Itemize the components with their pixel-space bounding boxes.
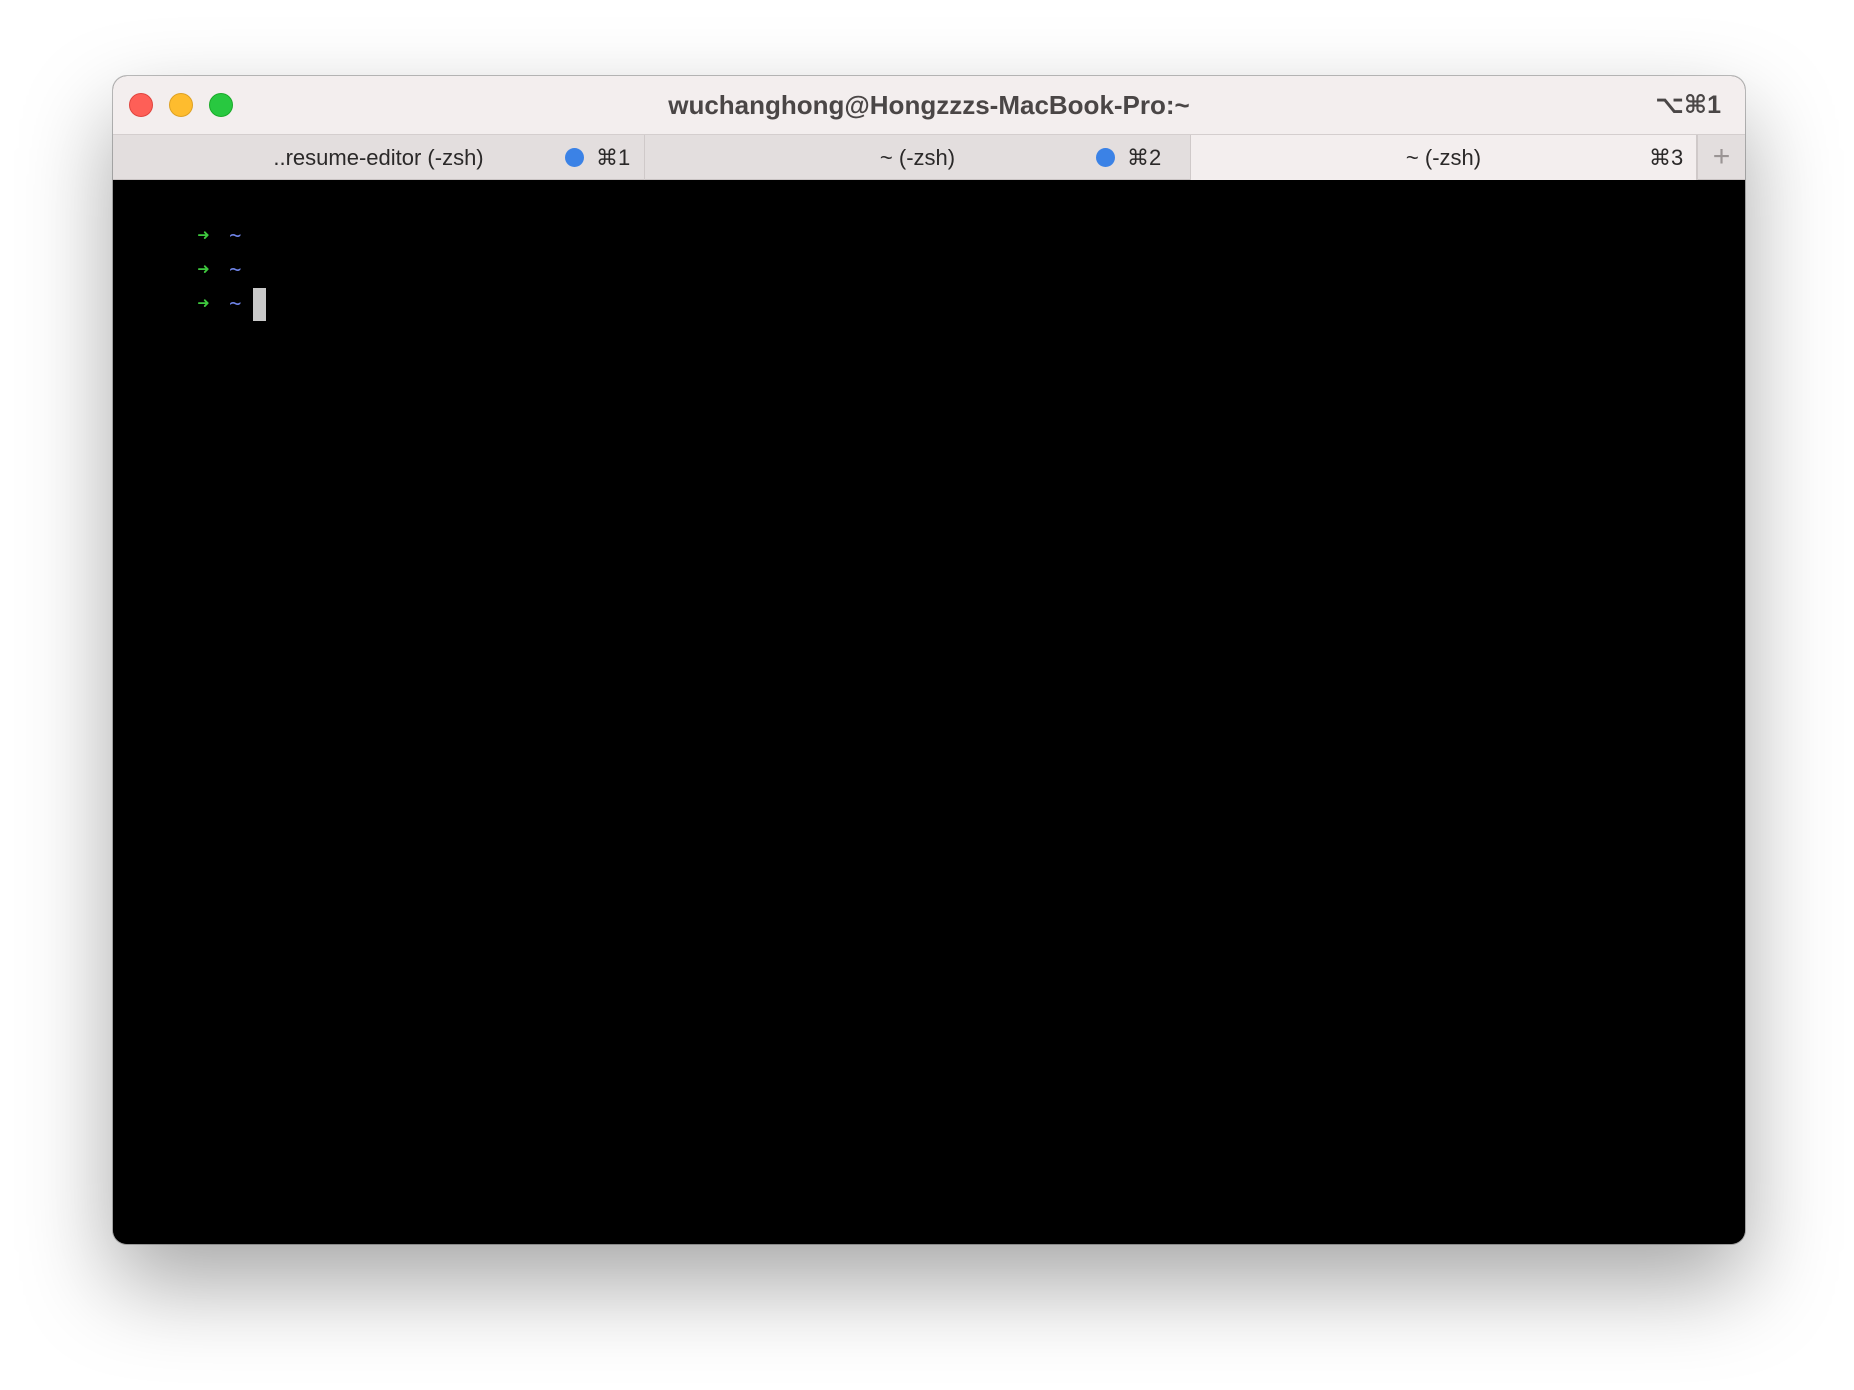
prompt-cwd: ~ — [229, 291, 242, 315]
text-cursor — [253, 288, 267, 321]
tab-resume-editor[interactable]: ..resume-editor (-zsh) ⌘1 — [113, 135, 645, 180]
prompt-line: ➜ ~ — [125, 252, 267, 321]
terminal-content[interactable]: ➜ ~ ➜ ~ ➜ ~ — [113, 180, 1745, 1244]
window-title: wuchanghong@Hongzzzs-MacBook-Pro:~ — [668, 90, 1190, 120]
tab-shortcut: ⌘1 — [596, 145, 631, 170]
activity-dot-icon — [1096, 148, 1115, 167]
terminal-window: wuchanghong@Hongzzzs-MacBook-Pro:~ ⌥⌘1 .… — [113, 76, 1745, 1244]
tab-zsh-3[interactable]: ~ (-zsh) ⌘3 — [1191, 135, 1697, 180]
tab-bar: ..resume-editor (-zsh) ⌘1 ~ (-zsh) ⌘2 ~ … — [113, 134, 1745, 180]
prompt-line: ➜ ~ — [125, 218, 241, 281]
window-shortcut: ⌥⌘1 — [1655, 91, 1721, 119]
tab-shortcut: ⌘3 — [1649, 145, 1684, 170]
activity-dot-icon — [565, 148, 584, 167]
tab-zsh-2[interactable]: ~ (-zsh) ⌘2 — [645, 135, 1191, 180]
title-bar[interactable]: wuchanghong@Hongzzzs-MacBook-Pro:~ ⌥⌘1 — [113, 76, 1745, 134]
tab-shortcut: ⌘2 — [1127, 145, 1162, 170]
prompt-line: ➜ ~ — [125, 184, 241, 247]
tab-label: ~ (-zsh) — [1405, 145, 1482, 170]
prompt-arrow-icon: ➜ — [197, 291, 210, 315]
new-tab-plus-icon[interactable]: + — [1697, 135, 1745, 180]
